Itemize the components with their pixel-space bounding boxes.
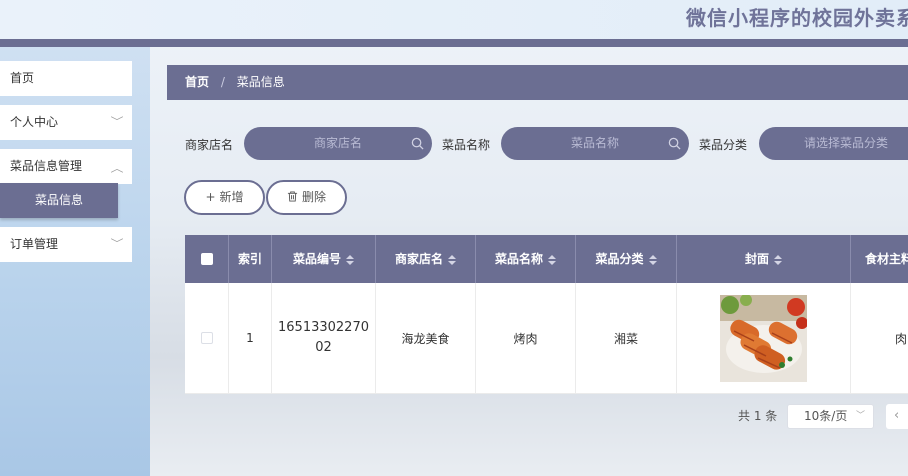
page-size-select[interactable]: 10条/页 ﹀ [787,404,874,429]
sidebar-item-label: 订单管理 [10,237,59,251]
dish-search-input[interactable]: 菜品名称 [501,127,689,160]
category-filter-label: 菜品分类 [699,138,748,152]
cell-code-text: 16513302270 [278,320,369,335]
column-cover-label: 封面 [744,252,769,266]
sidebar-item-dish-info[interactable]: 菜品信息 [0,183,118,218]
cell-shop-text: 海龙美食 [401,331,450,346]
pagination-total: 共 1 条 [738,409,778,423]
category-select[interactable]: 请选择菜品分类 [759,127,908,160]
select-all-checkbox[interactable] [200,253,213,265]
search-icon [411,137,424,150]
column-ingredient[interactable]: 食材主料 [851,235,908,283]
chevron-left-icon: ‹ [894,408,900,423]
chevron-down-icon: ﹀ [110,239,124,250]
cell-category: 湘菜 [576,283,677,394]
column-index-label: 索引 [237,252,262,266]
dish-table: 索引 菜品编号 商家店名 菜品名称 菜品分类 封面 食材主料 1 1651330… [185,235,908,394]
add-button-label: 新增 [219,190,244,204]
header-select-all[interactable] [185,235,229,283]
site-title: 微信小程序的校园外卖系统 [686,6,908,30]
category-select-placeholder: 请选择菜品分类 [804,136,889,150]
delete-button-label: 删除 [301,190,326,204]
sort-icon[interactable] [448,254,456,265]
chevron-down-icon: ﹀ [110,117,124,128]
cover-image[interactable] [720,294,807,382]
cell-code: 16513302270 02 [272,283,376,394]
column-code-label: 菜品编号 [292,252,341,266]
column-shop-label: 商家店名 [394,252,443,266]
plus-icon: + [205,190,216,204]
sidebar-item-label: 菜品信息管理 [10,159,83,173]
sidebar-item-label: 个人中心 [10,115,59,129]
row-select-cell[interactable] [185,283,229,394]
dish-filter-label: 菜品名称 [442,138,491,152]
cell-category-text: 湘菜 [613,331,638,346]
sort-icon[interactable] [548,254,556,265]
row-checkbox[interactable] [200,332,213,344]
column-index: 索引 [229,235,272,283]
sidebar-item-orders[interactable]: 订单管理 ﹀ [0,227,132,262]
sort-icon[interactable] [648,254,657,265]
sidebar-item-personal-center[interactable]: 个人中心 ﹀ [0,105,132,140]
column-shop[interactable]: 商家店名 [376,235,476,283]
chevron-down-icon: ﹀ [855,411,865,421]
cell-ingredient-text: 肉 [895,331,908,346]
cell-dish: 烤肉 [476,283,576,394]
sidebar-item-dish-management[interactable]: 菜品信息管理 ﹀ [0,149,132,184]
chevron-up-icon: ﹀ [110,161,124,172]
add-button[interactable]: + 新增 [184,180,265,215]
column-dish[interactable]: 菜品名称 [476,235,576,283]
cell-cover [677,283,851,394]
trash-icon [287,191,298,202]
delete-button[interactable]: 删除 [266,180,347,215]
sort-icon[interactable] [774,254,782,265]
column-code[interactable]: 菜品编号 [272,235,376,283]
sidebar-item-home[interactable]: 首页 [0,61,132,96]
cell-index: 1 [229,283,272,394]
top-divider [0,39,908,47]
column-ingredient-label: 食材主料 [865,252,908,266]
search-icon [668,137,681,150]
sidebar-item-label: 菜品信息 [34,193,83,207]
dish-search-placeholder: 菜品名称 [570,136,619,150]
shop-search-input[interactable]: 商家店名 [244,127,432,160]
sidebar: 首页 个人中心 ﹀ 菜品信息管理 ﹀ 菜品信息 订单管理 ﹀ [0,47,150,476]
cell-code-text-wrap: 02 [315,340,332,355]
column-cover[interactable]: 封面 [677,235,851,283]
breadcrumb-current: 菜品信息 [236,75,285,89]
table-header: 索引 菜品编号 商家店名 菜品名称 菜品分类 封面 食材主料 [185,235,908,283]
cell-dish-text: 烤肉 [513,331,538,346]
column-dish-label: 菜品名称 [494,252,543,266]
column-category-label: 菜品分类 [595,252,644,266]
shop-filter-label: 商家店名 [185,138,234,152]
top-bar: 微信小程序的校园外卖系统 [0,0,908,40]
cell-shop: 海龙美食 [376,283,476,394]
page-size-label: 10条/页 [804,409,848,423]
breadcrumb: 首页 / 菜品信息 [167,65,908,100]
breadcrumb-separator: / [220,75,225,89]
cell-index-text: 1 [246,331,254,345]
column-category[interactable]: 菜品分类 [576,235,677,283]
prev-page-button[interactable]: ‹ [886,404,908,429]
sidebar-item-label: 首页 [10,71,35,85]
breadcrumb-home[interactable]: 首页 [185,75,209,89]
cell-ingredient: 肉 [851,283,908,394]
sort-icon[interactable] [346,254,354,265]
shop-search-placeholder: 商家店名 [313,136,362,150]
